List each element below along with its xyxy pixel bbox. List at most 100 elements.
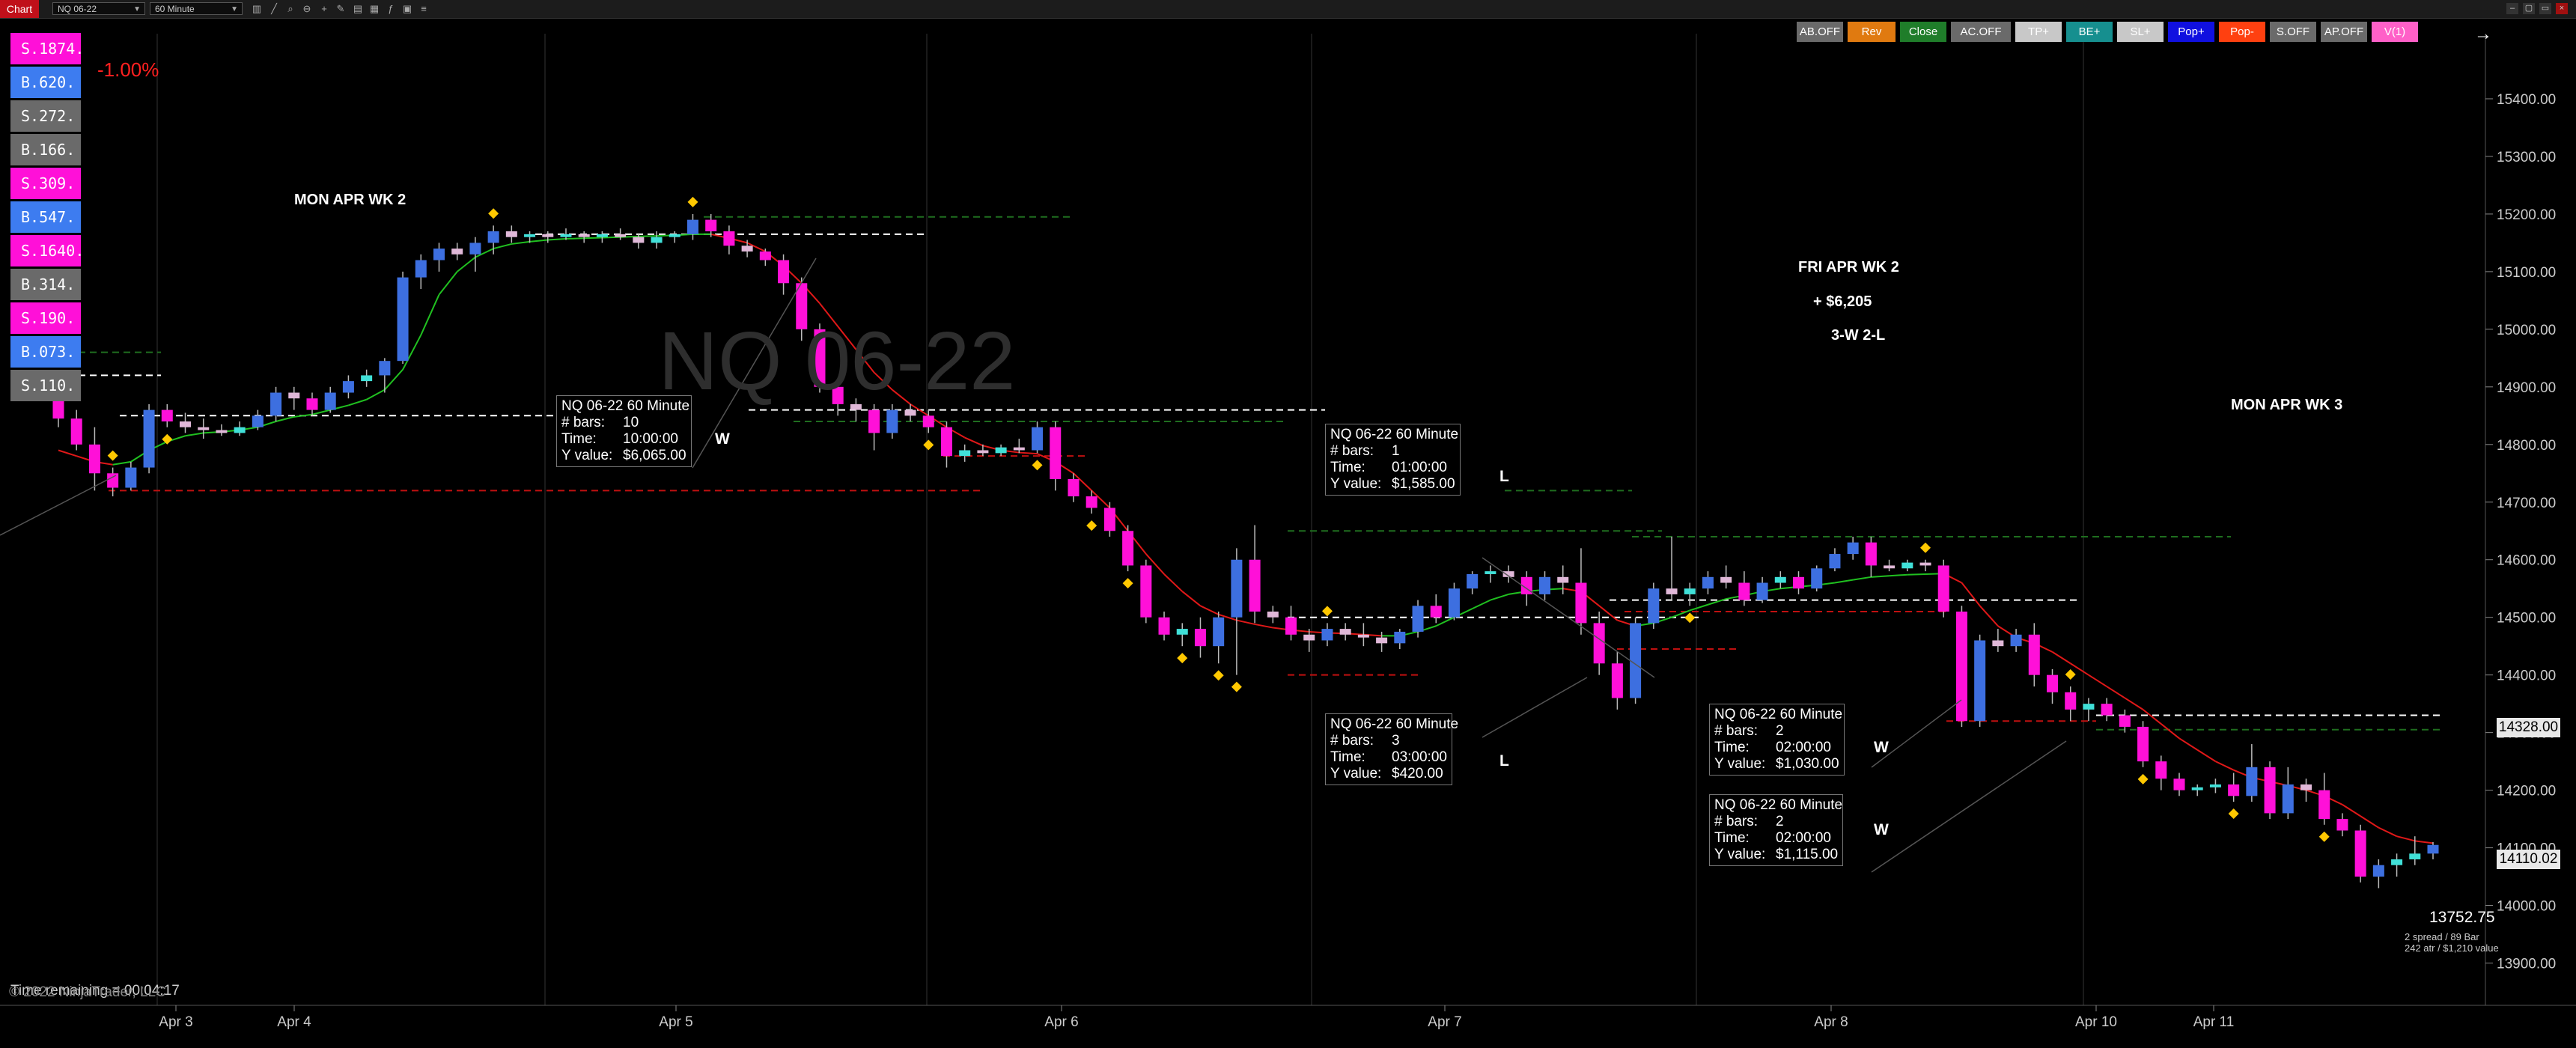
position-box[interactable]: B.620. bbox=[10, 67, 81, 98]
ema-segment bbox=[457, 256, 476, 272]
candle-body bbox=[397, 277, 409, 362]
ema-segment bbox=[2414, 840, 2434, 844]
candle-body bbox=[1376, 637, 1388, 644]
zoom-icon[interactable]: ⌕ bbox=[284, 3, 296, 15]
x-tick-label: Apr 11 bbox=[2193, 1014, 2235, 1030]
candle-body bbox=[651, 237, 663, 243]
trade-tooltip: NQ 06-22 60 Minute # bars: 10 Time: 10:00:00… bbox=[556, 395, 692, 467]
candle-body bbox=[615, 234, 627, 237]
trade-button-ap-off[interactable]: AP.OFF bbox=[2321, 22, 2367, 42]
candle-body bbox=[886, 409, 898, 433]
candle-body bbox=[216, 430, 228, 433]
candle-body bbox=[977, 450, 989, 454]
price-low-label: 13752.75 bbox=[2429, 909, 2495, 926]
candle-body bbox=[2300, 784, 2312, 790]
tooltip-y: $6,065.00 bbox=[623, 448, 686, 463]
candle-body bbox=[524, 234, 536, 237]
indicator-icon[interactable]: ƒ bbox=[385, 3, 397, 15]
connector-line bbox=[1871, 699, 1962, 768]
tooltip-time: 03:00:00 bbox=[1392, 749, 1447, 765]
note-mon-apr-wk2: MON APR WK 2 bbox=[294, 192, 407, 208]
edit-icon[interactable]: ✎ bbox=[335, 3, 347, 15]
signal-diamond bbox=[1032, 460, 1043, 471]
candle-body bbox=[1103, 508, 1115, 531]
minimize-icon[interactable]: – bbox=[2506, 3, 2518, 14]
trade-button-v-1[interactable]: V(1) bbox=[2372, 22, 2418, 42]
trade-button-ac-off[interactable]: AC.OFF bbox=[1951, 22, 2011, 42]
trade-button-pop[interactable]: Pop+ bbox=[2168, 22, 2214, 42]
tooltip-title: NQ 06-22 60 Minute bbox=[561, 398, 690, 414]
candle-body bbox=[1793, 576, 1805, 589]
candle-body bbox=[1213, 617, 1225, 647]
trade-button-s-off[interactable]: S.OFF bbox=[2270, 22, 2316, 42]
trade-button-rev[interactable]: Rev bbox=[1848, 22, 1896, 42]
tooltip-y-label: Y value: bbox=[1714, 847, 1766, 862]
zoom-out-icon[interactable]: ⊖ bbox=[301, 3, 313, 15]
candle-body bbox=[1158, 617, 1170, 635]
position-box[interactable]: S.309. bbox=[10, 168, 81, 199]
instrument-selector[interactable]: NQ 06-22 ▼ bbox=[52, 2, 145, 15]
candle-body bbox=[1847, 542, 1859, 555]
signal-diamond bbox=[1122, 578, 1133, 589]
trade-button-pop[interactable]: Pop- bbox=[2219, 22, 2265, 42]
signal-diamond bbox=[488, 208, 499, 219]
menu-icon[interactable]: ≡ bbox=[418, 3, 430, 15]
candle-body bbox=[1738, 582, 1750, 600]
position-box[interactable]: S.1640. bbox=[10, 235, 84, 266]
candle-body bbox=[1285, 617, 1297, 635]
interval-value: 60 Minute bbox=[155, 4, 195, 14]
candle-body bbox=[342, 381, 354, 393]
position-box[interactable]: S.110. bbox=[10, 370, 81, 401]
trade-button-close[interactable]: Close bbox=[1900, 22, 1946, 42]
crosshair-icon[interactable]: + bbox=[318, 3, 330, 15]
tooltip-bars: 1 bbox=[1392, 443, 1400, 459]
position-box[interactable]: S.272. bbox=[10, 100, 81, 132]
position-box[interactable]: B.166. bbox=[10, 134, 81, 165]
right-arrow-icon[interactable]: → bbox=[2474, 24, 2492, 45]
maximize-icon[interactable]: ▢ bbox=[2523, 3, 2535, 14]
ema-segment bbox=[2378, 826, 2398, 838]
bar-style-icon[interactable]: ▥ bbox=[251, 3, 263, 15]
close-icon[interactable]: × bbox=[2556, 3, 2568, 14]
position-box[interactable]: B.314. bbox=[10, 269, 81, 300]
instrument-value: NQ 06-22 bbox=[58, 4, 97, 14]
candle-body bbox=[633, 237, 645, 243]
trade-button-tp[interactable]: TP+ bbox=[2015, 22, 2062, 42]
position-box[interactable]: B.073. bbox=[10, 336, 81, 368]
spread-info: 2 spread / 89 Bar bbox=[2405, 931, 2479, 942]
ema-segment bbox=[1236, 619, 1255, 625]
candle-body bbox=[1321, 629, 1333, 641]
candle-body bbox=[1865, 542, 1877, 566]
candle-body bbox=[361, 375, 373, 382]
ema-segment bbox=[2360, 815, 2379, 829]
signal-diamond bbox=[1684, 612, 1696, 624]
trade-button-ab-off[interactable]: AB.OFF bbox=[1797, 22, 1843, 42]
tooltip-y-label: Y value: bbox=[561, 448, 613, 463]
chart-tab[interactable]: Chart bbox=[0, 0, 39, 18]
candle-body bbox=[288, 392, 300, 399]
restore-icon[interactable]: ▭ bbox=[2539, 3, 2551, 14]
ema-segment bbox=[2051, 651, 2071, 665]
price-chart[interactable]: NQ 06-22 15400.00 15300.00 15200.00 15100.0… bbox=[0, 19, 2576, 1048]
position-box[interactable]: S.1874. bbox=[10, 33, 84, 64]
candle-body bbox=[1013, 447, 1025, 451]
position-box[interactable]: B.547. bbox=[10, 201, 81, 233]
template-icon[interactable]: ▦ bbox=[368, 3, 380, 15]
position-box[interactable]: S.190. bbox=[10, 302, 81, 334]
trade-button-sl[interactable]: SL+ bbox=[2117, 22, 2164, 42]
draw-tool-icon[interactable]: ╱ bbox=[268, 3, 280, 15]
price-tag-current: 14110.02 bbox=[2497, 850, 2560, 869]
properties-icon[interactable]: ▤ bbox=[352, 3, 364, 15]
note-fri-score: 3-W 2-L bbox=[1831, 327, 1886, 344]
candle-body bbox=[1702, 576, 1714, 589]
trade-button-be[interactable]: BE+ bbox=[2066, 22, 2113, 42]
pnl-percent: -1.00% bbox=[97, 58, 159, 81]
signal-diamond bbox=[1231, 681, 1242, 692]
interval-selector[interactable]: 60 Minute ▼ bbox=[150, 2, 243, 15]
ema-segment bbox=[638, 235, 657, 237]
ema-segment bbox=[58, 449, 77, 457]
snapshot-icon[interactable]: ▣ bbox=[401, 3, 413, 15]
ema-segment bbox=[602, 236, 621, 239]
ema-segment bbox=[1853, 576, 1872, 581]
candle-body bbox=[324, 392, 336, 410]
